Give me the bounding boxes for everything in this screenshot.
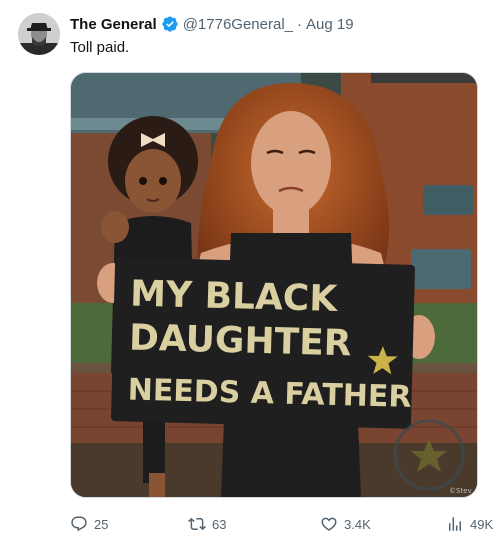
avatar-portrait-icon [18,13,60,55]
display-name[interactable]: The General [70,16,157,33]
tweet-actions: 25 63 3.4K 49K [70,510,500,538]
reply-count: 25 [94,516,109,532]
like-button[interactable]: 3.4K [320,510,371,538]
sign-line-2: DAUGHTER [129,317,352,364]
reply-icon [71,516,87,532]
sign-line-3: NEEDS A FATHER [127,372,412,414]
repost-icon [188,517,206,531]
heart-icon [321,517,337,531]
tweet-media-image[interactable]: MY BLACK DAUGHTER NEEDS A FATHER ©Stev [70,72,478,498]
separator-dot: · [297,15,303,33]
avatar[interactable] [18,13,60,55]
view-count: 49K [470,516,494,532]
tweet-header: The General @1776General_ · Aug 19 [70,14,354,34]
sign-line-1: MY BLACK [130,274,339,320]
reply-button[interactable]: 25 [70,510,108,538]
repost-button[interactable]: 63 [188,510,226,538]
like-count: 3.4K [344,516,371,532]
tweet-text: Toll paid. [70,39,130,56]
handle[interactable]: @1776General_ [183,16,293,33]
tweet-card: The General @1776General_ · Aug 19 Toll … [0,0,500,548]
views-button[interactable]: 49K [446,510,493,538]
verified-badge-icon [161,15,179,33]
post-date[interactable]: Aug 19 [306,16,354,33]
repost-count: 63 [212,516,227,532]
views-bar-chart-icon [449,517,461,531]
image-signature: ©Stev [449,487,472,495]
